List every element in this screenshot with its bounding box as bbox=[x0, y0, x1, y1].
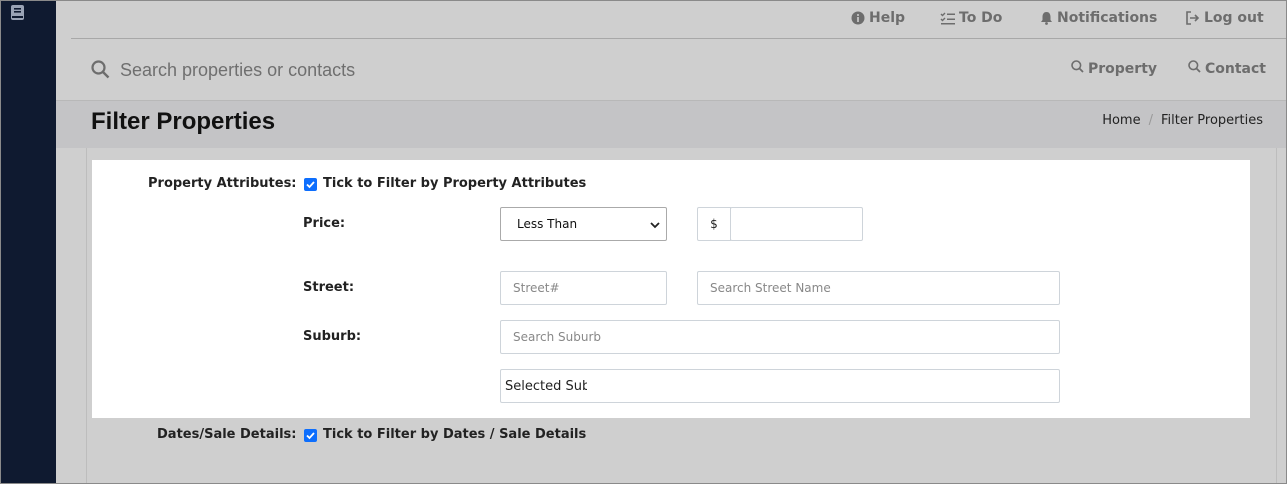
chevron-down-icon bbox=[650, 219, 660, 233]
book-icon[interactable] bbox=[11, 5, 25, 21]
contact-label: Contact bbox=[1205, 60, 1266, 77]
dates-sale-checkbox-label[interactable]: Tick to Filter by Dates / Sale Details bbox=[323, 427, 586, 442]
street-label: Street: bbox=[303, 280, 355, 295]
selected-suburb-text: Selected Subu bbox=[505, 378, 587, 394]
suburb-label: Suburb: bbox=[303, 329, 362, 344]
dates-sale-checkbox[interactable] bbox=[304, 429, 317, 442]
suburb-search-input[interactable] bbox=[500, 320, 1060, 354]
breadcrumb-home[interactable]: Home bbox=[1102, 113, 1140, 128]
dates-sale-label: Dates/Sale Details: bbox=[157, 427, 297, 442]
help-label: Help bbox=[869, 10, 906, 26]
search-icon bbox=[91, 60, 110, 83]
logout-label: Log out bbox=[1204, 10, 1264, 26]
search-icon bbox=[1188, 60, 1201, 77]
checklist-icon bbox=[940, 12, 955, 25]
street-name-input[interactable] bbox=[697, 271, 1060, 305]
search-property-button[interactable]: Property bbox=[1071, 60, 1157, 77]
property-attributes-label: Property Attributes: bbox=[148, 176, 297, 191]
property-label: Property bbox=[1088, 60, 1158, 77]
logout-icon bbox=[1185, 11, 1200, 25]
price-comparator-value: Less Than bbox=[517, 217, 578, 231]
help-link[interactable]: Help bbox=[851, 10, 905, 26]
check-icon bbox=[306, 432, 315, 440]
breadcrumb-current: Filter Properties bbox=[1160, 113, 1263, 128]
currency-addon: $ bbox=[697, 207, 731, 241]
notifications-link[interactable]: Notifications bbox=[1040, 10, 1157, 26]
sidebar bbox=[1, 1, 56, 483]
property-attributes-checkbox[interactable] bbox=[304, 178, 317, 191]
check-icon bbox=[306, 181, 315, 189]
notifications-label: Notifications bbox=[1057, 10, 1158, 26]
info-icon bbox=[851, 11, 865, 25]
property-attributes-checkbox-label[interactable]: Tick to Filter by Property Attributes bbox=[323, 176, 586, 191]
price-input[interactable] bbox=[730, 207, 863, 241]
price-comparator-select[interactable]: Less Than bbox=[500, 207, 667, 241]
breadcrumb: Home / Filter Properties bbox=[1102, 113, 1263, 128]
todo-label: To Do bbox=[959, 10, 1003, 26]
street-number-input[interactable] bbox=[500, 271, 667, 305]
search-contact-button[interactable]: Contact bbox=[1188, 60, 1266, 77]
search-icon bbox=[1071, 60, 1084, 77]
price-label: Price: bbox=[303, 216, 346, 231]
breadcrumb-separator: / bbox=[1148, 113, 1153, 128]
bell-icon bbox=[1040, 11, 1053, 25]
search-input[interactable] bbox=[120, 56, 720, 84]
page-title: Filter Properties bbox=[91, 108, 276, 135]
todo-link[interactable]: To Do bbox=[940, 10, 1002, 26]
logout-link[interactable]: Log out bbox=[1185, 10, 1264, 26]
selected-suburb-list[interactable]: Selected Subu bbox=[500, 369, 1060, 403]
